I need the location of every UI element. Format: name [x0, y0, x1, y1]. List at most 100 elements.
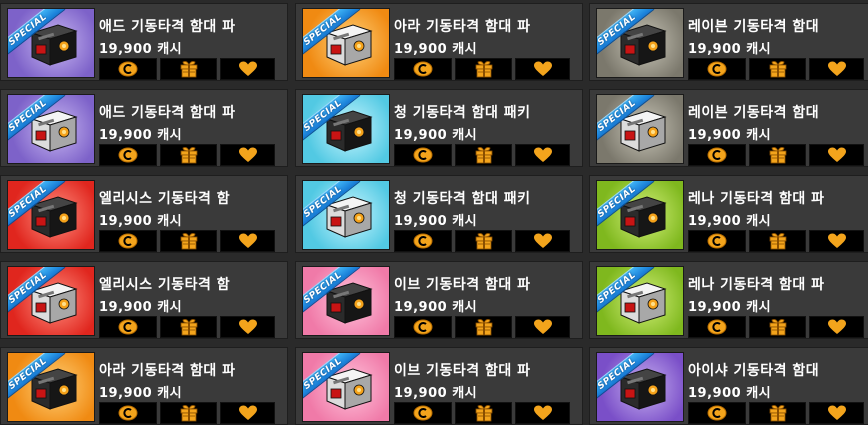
product-price: 19,900 캐시 — [688, 300, 772, 315]
gift-button[interactable] — [749, 316, 806, 338]
product-thumbnail[interactable]: SPECIAL — [302, 94, 390, 164]
product-thumbnail[interactable]: SPECIAL — [596, 94, 684, 164]
product-price: 19,900 캐시 — [99, 300, 183, 315]
product-card[interactable]: SPECIAL 아이샤 기동타격 함대 19,900 캐시 — [589, 347, 868, 425]
wishlist-button[interactable] — [515, 230, 570, 252]
gift-box-icon — [474, 60, 494, 78]
wishlist-button[interactable] — [220, 316, 275, 338]
product-card[interactable]: SPECIAL 애드 기동타격 함대 파 19,900 캐시 — [0, 3, 288, 81]
buy-button[interactable] — [394, 230, 452, 252]
cash-coin-icon — [118, 405, 138, 421]
buy-button[interactable] — [99, 58, 157, 80]
product-price: 19,900 캐시 — [688, 128, 772, 143]
gift-button[interactable] — [455, 144, 512, 166]
product-card[interactable]: SPECIAL 이브 기동타격 함대 파 19,900 캐시 — [295, 347, 583, 425]
gift-button[interactable] — [160, 230, 217, 252]
cash-coin-icon — [118, 233, 138, 249]
gift-button[interactable] — [749, 144, 806, 166]
gift-button[interactable] — [455, 230, 512, 252]
product-name: 레이븐 기동타격 함대 — [688, 105, 820, 121]
product-thumbnail[interactable]: SPECIAL — [7, 94, 95, 164]
product-name: 레나 기동타격 함대 파 — [688, 191, 825, 207]
wishlist-button[interactable] — [220, 58, 275, 80]
product-card[interactable]: SPECIAL 레나 기동타격 함대 파 19,900 캐시 — [589, 175, 868, 253]
buy-button[interactable] — [99, 402, 157, 424]
gift-button[interactable] — [160, 144, 217, 166]
product-card[interactable]: SPECIAL 엘리시스 기동타격 함 19,900 캐시 — [0, 175, 288, 253]
wishlist-button[interactable] — [515, 402, 570, 424]
product-thumbnail[interactable]: SPECIAL — [596, 266, 684, 336]
wishlist-button[interactable] — [809, 144, 864, 166]
action-buttons — [99, 316, 279, 338]
heart-icon — [827, 147, 847, 163]
buy-button[interactable] — [99, 230, 157, 252]
product-card[interactable]: SPECIAL 레이븐 기동타격 함대 19,900 캐시 — [589, 3, 868, 81]
buy-button[interactable] — [688, 230, 746, 252]
buy-button[interactable] — [688, 144, 746, 166]
buy-button[interactable] — [99, 144, 157, 166]
product-thumbnail[interactable]: SPECIAL — [302, 180, 390, 250]
product-card[interactable]: SPECIAL 아라 기동타격 함대 파 19,900 캐시 — [0, 347, 288, 425]
product-thumbnail[interactable]: SPECIAL — [7, 266, 95, 336]
action-buttons — [688, 230, 868, 252]
gift-button[interactable] — [160, 316, 217, 338]
buy-button[interactable] — [394, 58, 452, 80]
action-buttons — [688, 58, 868, 80]
wishlist-button[interactable] — [515, 144, 570, 166]
action-buttons — [688, 402, 868, 424]
wishlist-button[interactable] — [515, 58, 570, 80]
action-buttons — [394, 402, 574, 424]
action-buttons — [394, 230, 574, 252]
product-name: 레이븐 기동타격 함대 — [688, 19, 820, 35]
wishlist-button[interactable] — [220, 230, 275, 252]
wishlist-button[interactable] — [220, 144, 275, 166]
gift-button[interactable] — [160, 402, 217, 424]
gift-button[interactable] — [160, 58, 217, 80]
product-thumbnail[interactable]: SPECIAL — [302, 352, 390, 422]
product-name: 이브 기동타격 함대 파 — [394, 363, 531, 379]
wishlist-button[interactable] — [809, 58, 864, 80]
action-buttons — [99, 402, 279, 424]
product-thumbnail[interactable]: SPECIAL — [7, 8, 95, 78]
product-name: 엘리시스 기동타격 함 — [99, 191, 231, 207]
wishlist-button[interactable] — [220, 402, 275, 424]
product-thumbnail[interactable]: SPECIAL — [596, 180, 684, 250]
buy-button[interactable] — [688, 316, 746, 338]
product-name: 아이샤 기동타격 함대 — [688, 363, 820, 379]
gift-button[interactable] — [455, 316, 512, 338]
heart-icon — [238, 405, 258, 421]
wishlist-button[interactable] — [809, 402, 864, 424]
gift-button[interactable] — [749, 230, 806, 252]
wishlist-button[interactable] — [809, 230, 864, 252]
buy-button[interactable] — [394, 402, 452, 424]
gift-button[interactable] — [455, 58, 512, 80]
gift-button[interactable] — [749, 402, 806, 424]
gift-button[interactable] — [455, 402, 512, 424]
product-thumbnail[interactable]: SPECIAL — [7, 180, 95, 250]
product-thumbnail[interactable]: SPECIAL — [596, 8, 684, 78]
wishlist-button[interactable] — [515, 316, 570, 338]
heart-icon — [533, 147, 553, 163]
product-card[interactable]: SPECIAL 청 기동타격 함대 패키 19,900 캐시 — [295, 175, 583, 253]
product-card[interactable]: SPECIAL 엘리시스 기동타격 함 19,900 캐시 — [0, 261, 288, 339]
buy-button[interactable] — [688, 58, 746, 80]
gift-button[interactable] — [749, 58, 806, 80]
product-card[interactable]: SPECIAL 아라 기동타격 함대 파 19,900 캐시 — [295, 3, 583, 81]
buy-button[interactable] — [688, 402, 746, 424]
buy-button[interactable] — [99, 316, 157, 338]
gift-box-icon — [474, 318, 494, 336]
product-thumbnail[interactable]: SPECIAL — [596, 352, 684, 422]
product-thumbnail[interactable]: SPECIAL — [302, 266, 390, 336]
buy-button[interactable] — [394, 316, 452, 338]
product-thumbnail[interactable]: SPECIAL — [7, 352, 95, 422]
product-card[interactable]: SPECIAL 청 기동타격 함대 패키 19,900 캐시 — [295, 89, 583, 167]
product-name: 청 기동타격 함대 패키 — [394, 105, 531, 121]
wishlist-button[interactable] — [809, 316, 864, 338]
product-thumbnail[interactable]: SPECIAL — [302, 8, 390, 78]
product-card[interactable]: SPECIAL 애드 기동타격 함대 파 19,900 캐시 — [0, 89, 288, 167]
product-card[interactable]: SPECIAL 이브 기동타격 함대 파 19,900 캐시 — [295, 261, 583, 339]
buy-button[interactable] — [394, 144, 452, 166]
gift-box-icon — [474, 404, 494, 422]
product-card[interactable]: SPECIAL 레나 기동타격 함대 파 19,900 캐시 — [589, 261, 868, 339]
product-card[interactable]: SPECIAL 레이븐 기동타격 함대 19,900 캐시 — [589, 89, 868, 167]
